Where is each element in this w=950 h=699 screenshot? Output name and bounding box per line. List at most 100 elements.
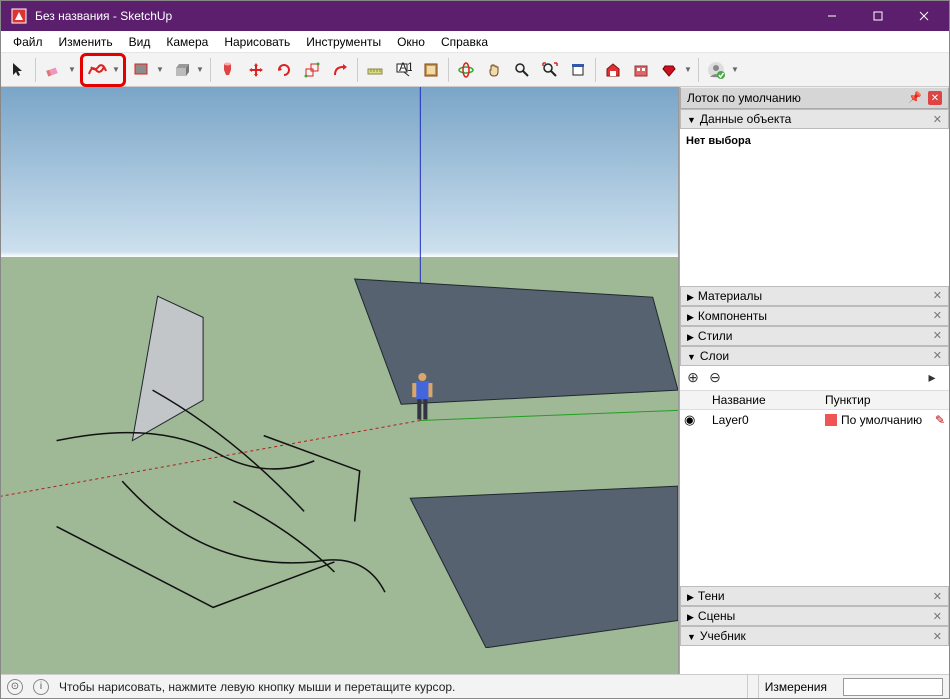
panel-layers-header[interactable]: ▼Слои✕	[680, 346, 949, 366]
app-logo-icon	[9, 6, 29, 26]
layer-visibility-icon[interactable]: ◉	[684, 412, 695, 427]
user-dropdown[interactable]: ▼	[729, 65, 741, 74]
panel-shadows-header[interactable]: ▶Тени✕	[680, 586, 949, 606]
tray-close-icon[interactable]: ✕	[928, 91, 942, 105]
layer-col-name: Название	[712, 393, 825, 407]
panel-entity-info-close[interactable]: ✕	[933, 113, 942, 126]
panel-entity-info-body: Нет выбора	[680, 129, 949, 286]
viewport-3d[interactable]	[1, 87, 679, 674]
offset-tool[interactable]	[327, 57, 353, 83]
scale-tool[interactable]	[299, 57, 325, 83]
zoom-extents-tool[interactable]	[537, 57, 563, 83]
maximize-button[interactable]	[855, 1, 901, 31]
panel-scenes-label: Сцены	[698, 609, 735, 623]
minimize-button[interactable]	[809, 1, 855, 31]
pan-tool[interactable]	[481, 57, 507, 83]
panel-styles-close[interactable]: ✕	[933, 329, 942, 342]
panel-shadows-close[interactable]: ✕	[933, 590, 942, 603]
panel-materials-close[interactable]: ✕	[933, 289, 942, 302]
warehouse-tool[interactable]	[600, 57, 626, 83]
panel-materials-header[interactable]: ▶Материалы✕	[680, 286, 949, 306]
panel-components-close[interactable]: ✕	[933, 309, 942, 322]
panel-instructor-header[interactable]: ▼Учебник✕	[680, 626, 949, 646]
menubar: Файл Изменить Вид Камера Нарисовать Инст…	[1, 31, 949, 53]
section-tool[interactable]	[418, 57, 444, 83]
panel-shadows-label: Тени	[698, 589, 725, 603]
titlebar: Без названия - SketchUp	[1, 1, 949, 31]
eraser-dropdown[interactable]: ▼	[66, 65, 78, 74]
panel-layers-body: ⊕ ⊖ ▸ Название Пунктир ◉ Layer0 По умолч…	[680, 366, 949, 430]
panel-entity-info-header[interactable]: ▼Данные объекта✕	[680, 109, 949, 129]
toolbar-separator	[357, 58, 358, 82]
text-tool[interactable]: A1	[390, 57, 416, 83]
measurements-label: Измерения	[758, 675, 833, 698]
ruby-dropdown[interactable]: ▼	[682, 65, 694, 74]
default-tray: Лоток по умолчанию 📌✕ ▼Данные объекта✕ Н…	[679, 87, 949, 674]
ruby-tool[interactable]	[656, 57, 682, 83]
panel-instructor-close[interactable]: ✕	[933, 630, 942, 643]
info-icon[interactable]: i	[33, 679, 49, 695]
panel-scenes-header[interactable]: ▶Сцены✕	[680, 606, 949, 626]
extension-tool[interactable]	[628, 57, 654, 83]
layer-edit-icon[interactable]: ✎	[935, 413, 945, 427]
menu-edit[interactable]: Изменить	[51, 33, 121, 51]
close-button[interactable]	[901, 1, 947, 31]
menu-view[interactable]: Вид	[121, 33, 159, 51]
geolocate-icon[interactable]: ⊙	[7, 679, 23, 695]
layer-name: Layer0	[712, 413, 825, 427]
layer-dash: По умолчанию	[841, 413, 922, 427]
measurements-input[interactable]	[843, 678, 943, 696]
orbit-tool[interactable]	[453, 57, 479, 83]
toolbar-separator	[35, 58, 36, 82]
layer-add-button[interactable]: ⊕	[684, 369, 702, 387]
panel-styles-label: Стили	[698, 329, 733, 343]
eraser-tool[interactable]	[40, 57, 66, 83]
pushpull-dropdown[interactable]: ▼	[194, 65, 206, 74]
panel-instructor-body	[680, 646, 949, 674]
scene-geometry	[1, 87, 678, 648]
toolbar-separator	[210, 58, 211, 82]
move-tool[interactable]	[243, 57, 269, 83]
zoom-tool[interactable]	[509, 57, 535, 83]
layer-remove-button[interactable]: ⊖	[706, 369, 724, 387]
tray-pin-icon[interactable]: 📌	[908, 91, 922, 105]
panel-components-label: Компоненты	[698, 309, 767, 323]
panel-components-header[interactable]: ▶Компоненты✕	[680, 306, 949, 326]
tray-title[interactable]: Лоток по умолчанию 📌 ✕	[680, 87, 949, 109]
menu-help[interactable]: Справка	[433, 33, 496, 51]
menu-window[interactable]: Окно	[389, 33, 433, 51]
layer-row[interactable]: ◉ Layer0 По умолчанию ✎	[680, 410, 949, 430]
tray-title-label: Лоток по умолчанию	[687, 91, 801, 105]
freehand-dropdown[interactable]: ▼	[110, 65, 122, 74]
layer-menu-button[interactable]: ▸	[923, 369, 941, 387]
panel-entity-info-label: Данные объекта	[700, 112, 791, 126]
panel-styles-header[interactable]: ▶Стили✕	[680, 326, 949, 346]
tape-tool[interactable]	[362, 57, 388, 83]
paint-tool[interactable]	[215, 57, 241, 83]
menu-tools[interactable]: Инструменты	[298, 33, 389, 51]
panel-scenes-close[interactable]: ✕	[933, 610, 942, 623]
window-title: Без названия - SketchUp	[35, 9, 809, 23]
shapes-tool[interactable]	[128, 57, 154, 83]
pushpull-tool[interactable]	[168, 57, 194, 83]
menu-camera[interactable]: Камера	[158, 33, 216, 51]
no-selection-label: Нет выбора	[686, 133, 943, 149]
panel-layers-close[interactable]: ✕	[933, 349, 942, 362]
menu-draw[interactable]: Нарисовать	[216, 33, 298, 51]
layer-col-dash: Пунктир	[825, 393, 945, 407]
freehand-tool[interactable]	[84, 57, 110, 83]
user-tool[interactable]	[703, 57, 729, 83]
rotate-tool[interactable]	[271, 57, 297, 83]
layer-color-swatch[interactable]	[825, 414, 837, 426]
panel-materials-label: Материалы	[698, 289, 762, 303]
main-area: Лоток по умолчанию 📌✕ ▼Данные объекта✕ Н…	[1, 87, 949, 674]
panel-layers-label: Слои	[700, 349, 729, 363]
select-tool[interactable]	[5, 57, 31, 83]
panel-layers-spacer	[680, 430, 949, 587]
statusbar: ⊙ i Чтобы нарисовать, нажмите левую кноп…	[1, 674, 949, 698]
zoom-window-tool[interactable]	[565, 57, 591, 83]
menu-file[interactable]: Файл	[5, 33, 51, 51]
toolbar-separator	[595, 58, 596, 82]
toolbar-separator	[448, 58, 449, 82]
shapes-dropdown[interactable]: ▼	[154, 65, 166, 74]
